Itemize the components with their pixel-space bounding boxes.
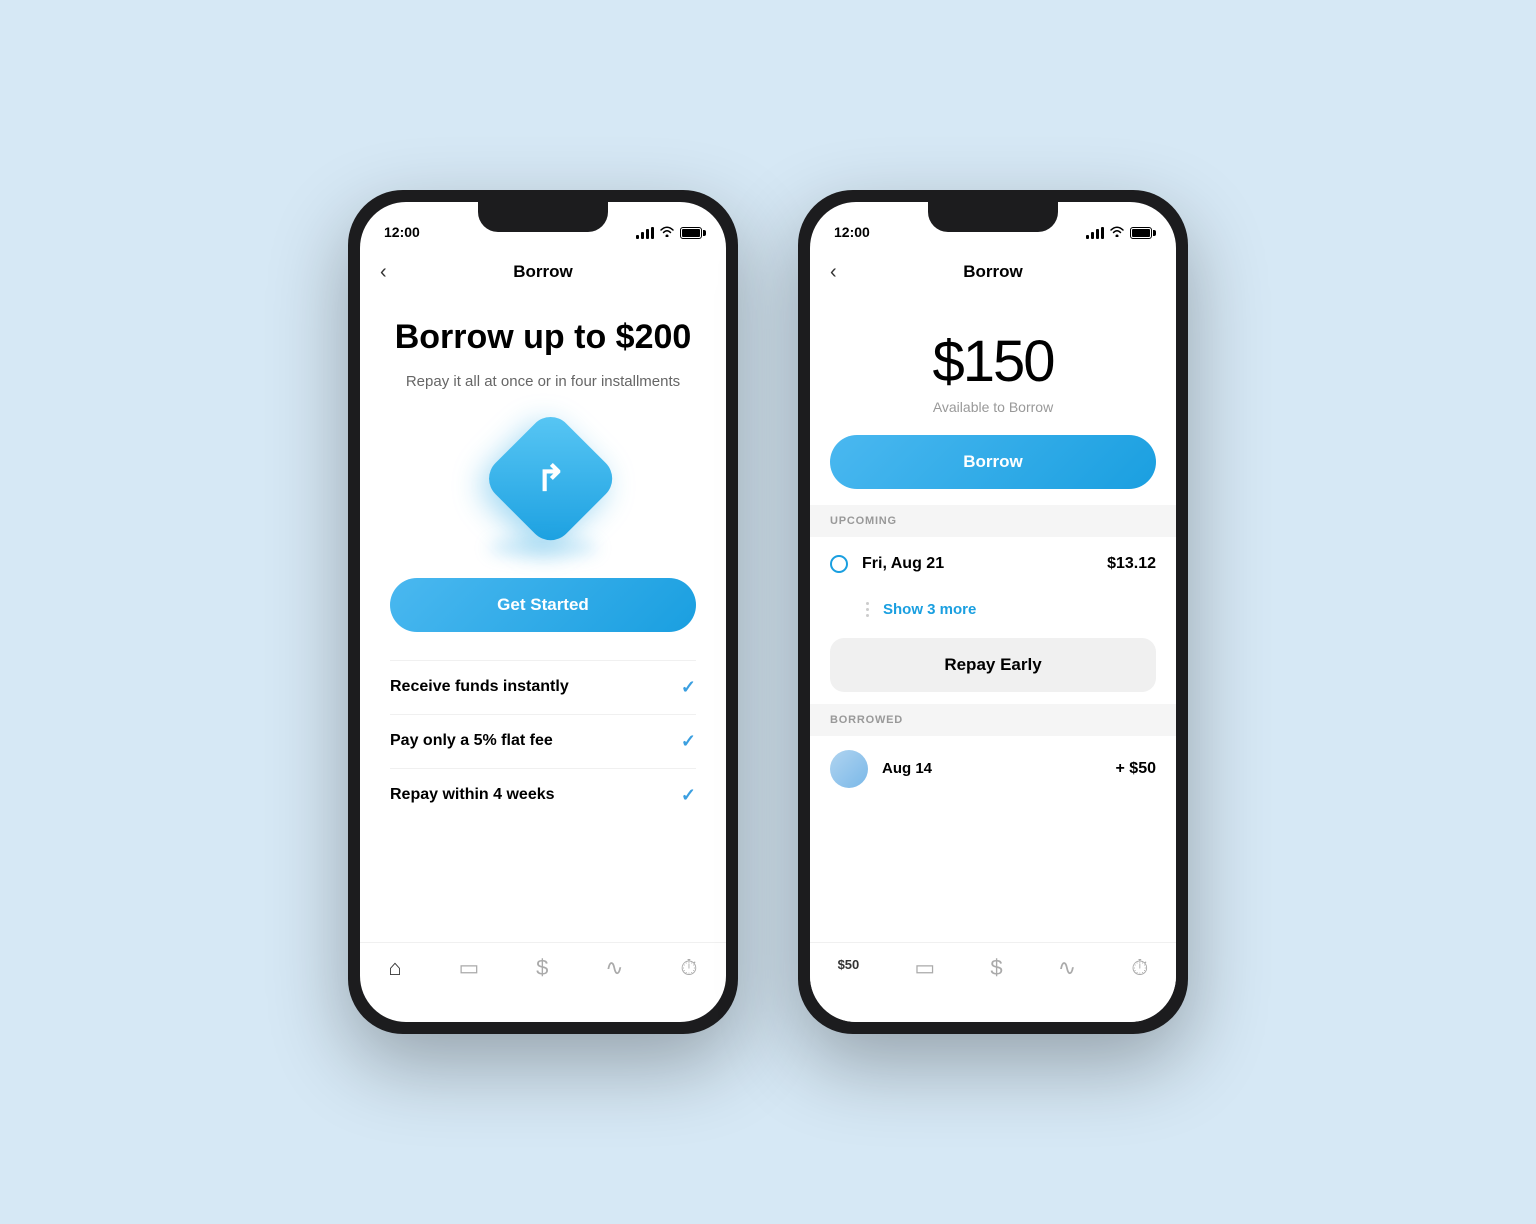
activity-icon-1: ∿ <box>605 955 623 981</box>
tab-history-2[interactable]: ⏱ <box>1131 955 1148 981</box>
tab-bar-2: $50 ▭ $ ∿ ⏱ <box>810 942 1176 1022</box>
card-icon-1: ▭ <box>458 955 479 981</box>
feature-label-1: Pay only a 5% flat fee <box>390 732 553 750</box>
feature-item-0: Receive funds instantly ✓ <box>390 660 696 714</box>
check-icon-2: ✓ <box>681 785 696 806</box>
phone-2: 12:00 ‹ Borrow <box>798 190 1188 1034</box>
repay-early-button[interactable]: Repay Early <box>830 638 1156 692</box>
tab-money-2[interactable]: $ <box>990 955 1002 981</box>
feature-list: Receive funds instantly ✓ Pay only a 5% … <box>390 660 696 822</box>
upcoming-item: Fri, Aug 21 $13.12 <box>810 537 1176 591</box>
borrowed-amount: + $50 <box>1116 760 1156 778</box>
notch-1 <box>478 202 608 232</box>
phone2-content: $150 Available to Borrow Borrow UPCOMING… <box>810 298 1176 942</box>
status-time-2: 12:00 <box>834 224 870 240</box>
amount-label: Available to Borrow <box>933 399 1053 415</box>
tab-activity-1[interactable]: ∿ <box>605 955 623 981</box>
borrow-amount: $150 <box>932 328 1053 395</box>
status-icons-2 <box>1086 225 1152 240</box>
nav-title-1: Borrow <box>513 262 573 282</box>
feature-item-2: Repay within 4 weeks ✓ <box>390 768 696 822</box>
upcoming-date: Fri, Aug 21 <box>862 555 1107 573</box>
status-time-1: 12:00 <box>384 224 420 240</box>
borrowed-item: Aug 14 + $50 <box>810 736 1176 802</box>
history-icon-1: ⏱ <box>680 955 697 981</box>
back-button-1[interactable]: ‹ <box>380 261 387 284</box>
show-more-button[interactable]: Show 3 more <box>883 601 976 618</box>
card-icon-2: ▭ <box>914 955 935 981</box>
tab-card-2[interactable]: ▭ <box>914 955 935 981</box>
history-icon-2: ⏱ <box>1131 955 1148 981</box>
wifi-icon-2 <box>1109 225 1125 240</box>
upcoming-amount: $13.12 <box>1107 555 1156 573</box>
signal-icon-2 <box>1086 227 1104 239</box>
arrow-icon: ↱ <box>536 457 566 499</box>
signal-icon-1 <box>636 227 654 239</box>
phone-1: 12:00 ‹ Borrow <box>348 190 738 1034</box>
notch-2 <box>928 202 1058 232</box>
feature-label-0: Receive funds instantly <box>390 678 569 696</box>
status-icons-1 <box>636 225 702 240</box>
borrow-icon-container: ↱ <box>478 418 608 548</box>
icon-shadow <box>488 538 598 558</box>
wifi-icon-1 <box>659 225 675 240</box>
timeline-vertical-dots <box>862 602 873 617</box>
activity-icon-2: ∿ <box>1058 955 1076 981</box>
borrowed-header: BORROWED <box>810 704 1176 736</box>
amount-section: $150 Available to Borrow <box>810 298 1176 435</box>
feature-label-2: Repay within 4 weeks <box>390 786 555 804</box>
tab-balance-2[interactable]: $50 <box>838 955 860 972</box>
tab-bar-1: ⌂ ▭ $ ∿ ⏱ <box>360 942 726 1022</box>
balance-label-2: $50 <box>838 955 860 972</box>
battery-icon-1 <box>680 227 702 239</box>
check-icon-0: ✓ <box>681 677 696 698</box>
hero-title: Borrow up to $200 <box>395 318 692 357</box>
borrowed-date: Aug 14 <box>882 760 932 777</box>
phone1-content: Borrow up to $200 Repay it all at once o… <box>360 298 726 942</box>
check-icon-1: ✓ <box>681 731 696 752</box>
borrow-icon-diamond: ↱ <box>480 407 621 548</box>
get-started-button[interactable]: Get Started <box>390 578 696 632</box>
money-icon-2: $ <box>990 955 1002 981</box>
back-button-2[interactable]: ‹ <box>830 261 837 284</box>
tab-home-1[interactable]: ⌂ <box>388 955 401 981</box>
upcoming-header: UPCOMING <box>810 505 1176 537</box>
battery-icon-2 <box>1130 227 1152 239</box>
tab-card-1[interactable]: ▭ <box>458 955 479 981</box>
tab-activity-2[interactable]: ∿ <box>1058 955 1076 981</box>
money-icon-1: $ <box>536 955 548 981</box>
nav-bar-2: ‹ Borrow <box>810 246 1176 298</box>
borrowed-avatar <box>830 750 868 788</box>
home-icon-1: ⌂ <box>388 955 401 981</box>
hero-subtitle: Repay it all at once or in four installm… <box>406 371 680 394</box>
feature-item-1: Pay only a 5% flat fee ✓ <box>390 714 696 768</box>
nav-title-2: Borrow <box>963 262 1023 282</box>
show-more-row: Show 3 more <box>810 591 1176 632</box>
tab-money-1[interactable]: $ <box>536 955 548 981</box>
borrowed-info: Aug 14 <box>882 760 1116 778</box>
tab-history-1[interactable]: ⏱ <box>680 955 697 981</box>
timeline-dot <box>830 555 848 573</box>
nav-bar-1: ‹ Borrow <box>360 246 726 298</box>
borrow-button[interactable]: Borrow <box>830 435 1156 489</box>
